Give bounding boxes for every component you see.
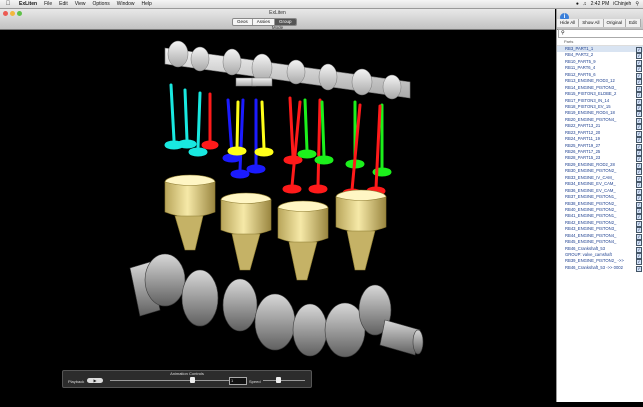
part-row[interactable]: RB46_Crankshaft_53 ->> 0002 ✓	[557, 264, 643, 272]
3d-viewport[interactable]: Animation Controls Playback ▶ 1 Speed	[0, 30, 555, 402]
speed-label: Speed	[249, 379, 261, 384]
menu-help[interactable]: Help	[142, 1, 152, 7]
show-all-button[interactable]: Show All	[579, 19, 604, 27]
frame-field[interactable]: 1	[229, 377, 247, 385]
parts-sidebar: i Show info Hide All Show All Original E…	[556, 9, 643, 402]
menu-window[interactable]: Window	[117, 1, 135, 7]
window-titlebar: ExLiten Geos Assies Group Mode	[0, 9, 555, 30]
playback-label: Playback	[68, 379, 85, 384]
animation-controls-panel: Animation Controls Playback ▶ 1 Speed	[62, 370, 312, 388]
timeline-slider[interactable]	[110, 380, 230, 381]
menu-options[interactable]: Options	[93, 1, 110, 7]
volume-icon[interactable]: ♫	[583, 1, 587, 7]
user-name[interactable]: iChinjeh	[613, 1, 631, 7]
visibility-checkbox[interactable]: ✓	[636, 265, 642, 272]
part-label: RB46_Crankshaft_53 ->> 0002	[565, 264, 623, 270]
apple-icon[interactable]: 	[4, 1, 12, 7]
play-button[interactable]: ▶	[87, 378, 103, 383]
engine-model[interactable]	[0, 30, 555, 402]
menu-bar:  ExLiten File Edit View Options Window …	[0, 0, 643, 9]
wifi-icon[interactable]: ●	[576, 1, 579, 7]
visibility-buttons: Hide All Show All Original Edit	[557, 19, 641, 27]
hide-all-button[interactable]: Hide All	[557, 19, 580, 27]
timeline-slider-knob[interactable]	[189, 377, 195, 383]
parts-list: RB3_PART1_1 ✓ RB4_PART2_2 ✓ RB10_PART5_9 ✓ RB1…	[557, 46, 643, 272]
menu-edit[interactable]: Edit	[59, 1, 68, 7]
edit-button[interactable]: Edit	[626, 19, 641, 27]
search-icon[interactable]: ⚲	[635, 1, 639, 7]
window-title: ExLiten	[269, 10, 286, 16]
crankshaft[interactable]	[129, 253, 424, 358]
pistons[interactable]	[164, 174, 387, 281]
parts-search-field[interactable]: ⚲	[558, 29, 643, 38]
camshaft[interactable]	[164, 40, 411, 100]
parts-column-header[interactable]: Parts	[557, 38, 643, 46]
menu-view[interactable]: View	[75, 1, 86, 7]
search-icon: ⚲	[561, 30, 565, 36]
animation-panel-title: Animation Controls	[170, 371, 204, 376]
app-menu[interactable]: ExLiten	[19, 1, 37, 7]
menu-file[interactable]: File	[44, 1, 52, 7]
clock[interactable]: 2:42 PM	[591, 1, 610, 7]
original-button[interactable]: Original	[603, 19, 627, 27]
speed-slider-knob[interactable]	[275, 377, 281, 383]
speed-slider[interactable]	[263, 380, 305, 381]
status-area: ● ♫ 2:42 PM iChinjeh ⚲	[576, 0, 639, 8]
